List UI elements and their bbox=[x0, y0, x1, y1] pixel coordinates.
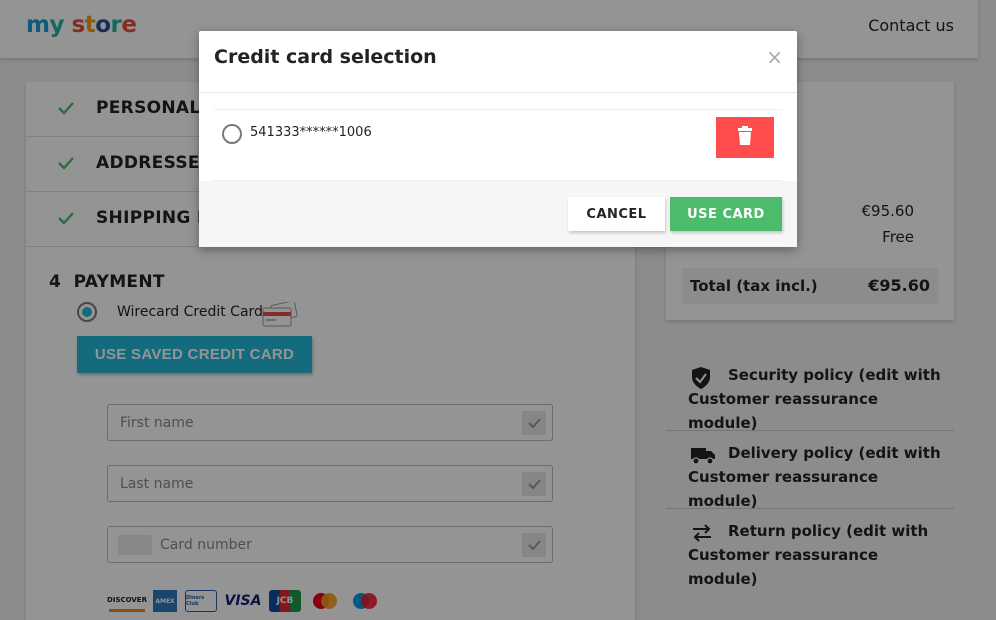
delete-card-button[interactable] bbox=[716, 117, 774, 158]
saved-card-radio[interactable] bbox=[222, 124, 242, 144]
trash-icon bbox=[738, 126, 752, 145]
credit-card-selection-modal: Credit card selection × 541333******1006… bbox=[199, 31, 797, 247]
modal-footer: CANCEL USE CARD bbox=[199, 181, 797, 247]
close-icon[interactable]: × bbox=[766, 45, 783, 69]
saved-card-row[interactable]: 541333******1006 bbox=[214, 109, 782, 181]
modal-title: Credit card selection bbox=[214, 46, 437, 68]
modal-header: Credit card selection × bbox=[199, 31, 797, 93]
saved-card-number: 541333******1006 bbox=[250, 125, 372, 140]
use-card-button[interactable]: USE CARD bbox=[670, 197, 782, 231]
cancel-button[interactable]: CANCEL bbox=[568, 197, 665, 231]
